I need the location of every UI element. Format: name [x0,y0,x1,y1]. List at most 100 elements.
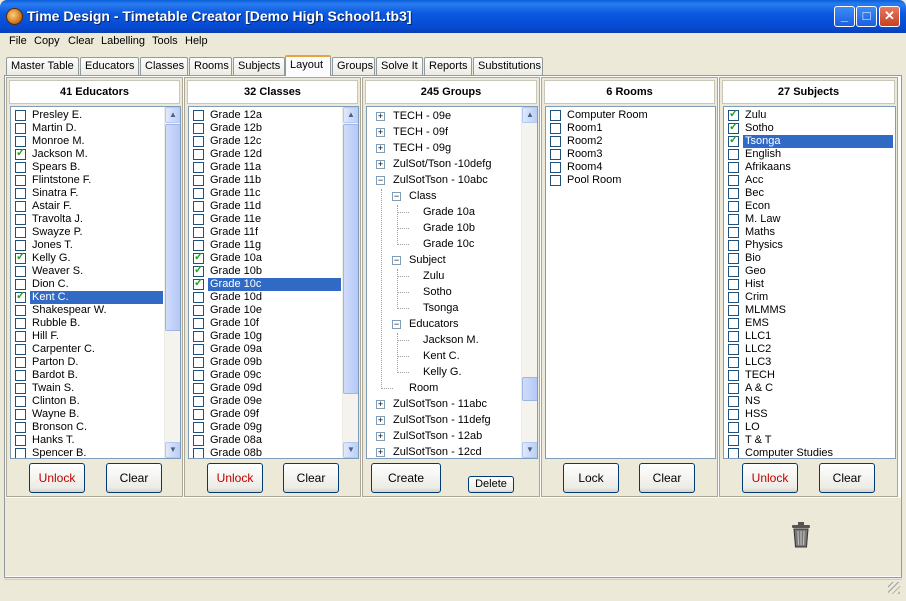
list-item[interactable]: Kent C. [13,290,165,304]
checkbox[interactable] [15,305,26,316]
checkbox[interactable] [728,175,739,186]
tree-node[interactable]: + ZulSot/Tson -10defg [367,156,519,172]
checkbox[interactable] [728,383,739,394]
checkbox[interactable] [15,290,26,303]
checkbox[interactable] [15,123,26,134]
checkbox[interactable] [15,188,26,199]
checkbox[interactable] [15,409,26,420]
list-item[interactable]: Pool Room [548,174,713,187]
list-item[interactable]: EMS [726,317,895,330]
list-item[interactable]: LLC2 [726,343,895,356]
tree-node[interactable]: Sotho [367,284,519,300]
checkbox[interactable] [728,279,739,290]
tree-node[interactable]: + ZulSotTson - 12ab [367,428,519,444]
checkbox[interactable] [728,344,739,355]
list-item[interactable]: TECH [726,369,895,382]
checkbox[interactable] [193,240,204,251]
list-item[interactable]: Grade 11g [191,239,343,252]
tree-node[interactable]: + TECH - 09g [367,140,519,156]
list-item[interactable]: English [726,148,895,161]
checkbox[interactable] [193,357,204,368]
checkbox[interactable] [728,240,739,251]
checkbox[interactable] [193,162,204,173]
menu-clear[interactable]: Clear [68,35,94,47]
checkbox[interactable] [728,201,739,212]
tab-educators[interactable]: Educators [80,57,139,75]
list-item[interactable]: Grade 12d [191,148,343,161]
list-item[interactable]: T & T [726,434,895,447]
list-item[interactable]: M. Law [726,213,895,226]
checkbox[interactable] [728,227,739,238]
scroll-thumb[interactable] [343,124,358,394]
list-item[interactable]: LLC3 [726,356,895,369]
scroll-thumb[interactable] [522,377,537,401]
list-item[interactable]: Grade 11e [191,213,343,226]
list-item[interactable]: Kelly G. [13,251,165,265]
list-item[interactable]: Twain S. [13,382,165,395]
checkbox[interactable] [550,110,561,121]
close-button[interactable]: ✕ [879,6,900,27]
list-item[interactable]: Hist [726,278,895,291]
scroll-up-icon[interactable]: ▲ [522,107,537,123]
rooms-clear-button[interactable]: Clear [639,463,695,493]
tree-node[interactable]: Tsonga [367,300,519,316]
checkbox[interactable] [193,188,204,199]
list-item[interactable]: Afrikaans [726,161,895,174]
checkbox[interactable] [728,357,739,368]
tab-classes[interactable]: Classes [140,57,188,75]
checkbox[interactable] [728,448,739,458]
collapse-icon[interactable]: − [392,320,401,329]
tab-groups[interactable]: Groups [332,57,375,75]
list-item[interactable]: NS [726,395,895,408]
list-item[interactable]: Carpenter C. [13,343,165,356]
checkbox[interactable] [15,227,26,238]
collapse-icon[interactable]: − [392,192,401,201]
checkbox[interactable] [193,123,204,134]
tree-node[interactable]: − ZulSotTson - 10abc [367,172,519,188]
checkbox[interactable] [550,162,561,173]
tree-node[interactable]: Room [367,380,519,396]
menu-tools[interactable]: Tools [152,35,178,47]
list-item[interactable]: Hill F. [13,330,165,343]
list-item[interactable]: Grade 09f [191,408,343,421]
scroll-down-icon[interactable]: ▼ [522,442,537,458]
list-item[interactable]: Rubble B. [13,317,165,330]
list-item[interactable]: Astair F. [13,200,165,213]
tab-substitutions[interactable]: Substitutions [473,57,543,75]
maximize-button[interactable]: □ [856,6,877,27]
checkbox[interactable] [193,214,204,225]
checkbox[interactable] [15,344,26,355]
tab-master-table[interactable]: Master Table [6,57,79,75]
list-item[interactable]: Grade 09g [191,421,343,434]
checkbox[interactable] [15,175,26,186]
list-item[interactable]: Spears B. [13,161,165,174]
list-item[interactable]: Grade 09b [191,356,343,369]
list-item[interactable]: Martin D. [13,122,165,135]
checkbox[interactable] [15,383,26,394]
list-item[interactable]: Jones T. [13,239,165,252]
subjects-clear-button[interactable]: Clear [819,463,875,493]
tree-node[interactable]: − Class [367,188,519,204]
list-item[interactable]: A & C [726,382,895,395]
checkbox[interactable] [193,292,204,303]
resize-grip-icon[interactable] [888,582,900,594]
list-item[interactable]: Grade 08a [191,434,343,447]
tree-node[interactable]: Grade 10a [367,204,519,220]
checkbox[interactable] [193,201,204,212]
menu-help[interactable]: Help [185,35,208,47]
list-item[interactable]: Room1 [548,122,713,135]
list-item[interactable]: Bardot B. [13,369,165,382]
checkbox[interactable] [193,264,204,277]
list-item[interactable]: Zulu [726,108,895,122]
list-item[interactable]: Bronson C. [13,421,165,434]
tab-layout[interactable]: Layout [285,55,331,76]
checkbox[interactable] [15,396,26,407]
list-item[interactable]: Grade 10d [191,291,343,304]
list-item[interactable]: Hanks T. [13,434,165,447]
checkbox[interactable] [728,162,739,173]
menu-file[interactable]: File [9,35,27,47]
rooms-list[interactable]: Computer Room Room1 Room2 Room3 Room4 Pool Ro… [545,106,716,459]
tree-node[interactable]: + TECH - 09e [367,108,519,124]
checkbox[interactable] [550,136,561,147]
collapse-icon[interactable]: − [376,176,385,185]
